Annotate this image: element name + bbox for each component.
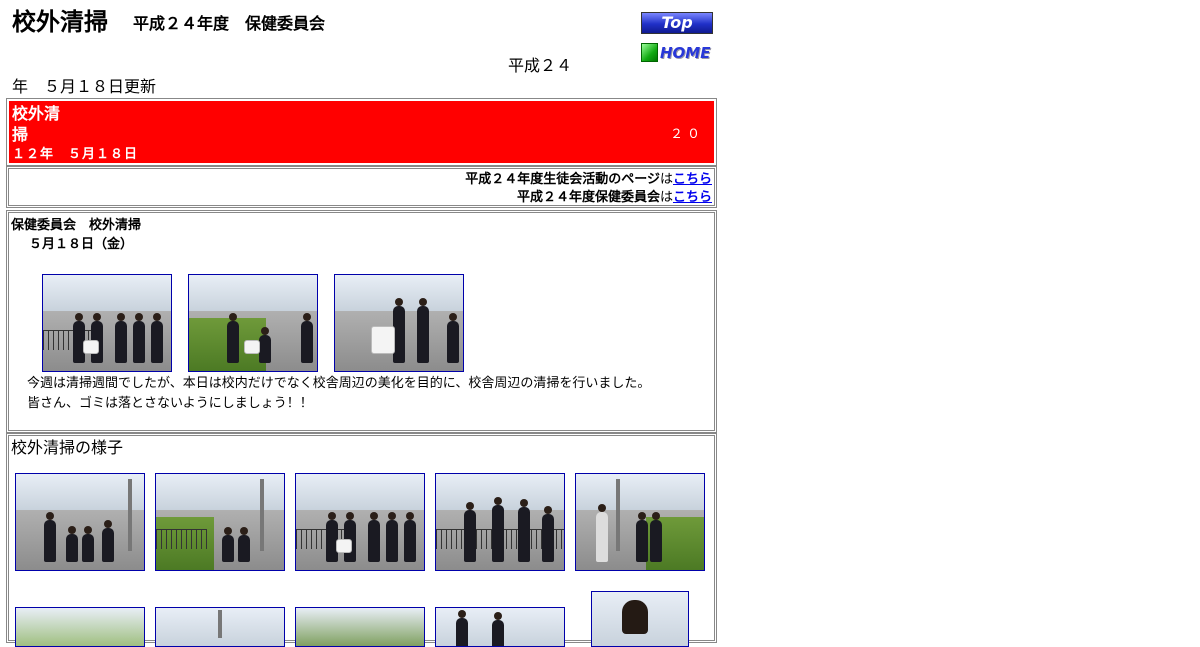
report-title: 保健委員会 校外清掃	[11, 218, 142, 233]
update-date-part1: 平成２４	[508, 56, 573, 75]
page-title: 校外清掃	[12, 8, 108, 36]
top-button[interactable]: Top	[641, 12, 713, 34]
gallery-photo-6[interactable]	[15, 607, 145, 647]
report-photo-2[interactable]	[188, 274, 318, 372]
link-label: 平成２４年度保健委員会	[516, 190, 660, 205]
gallery-photo-4[interactable]	[435, 473, 565, 571]
links-frame: 平成２４年度生徒会活動のページはこちら 平成２４年度保健委員会はこちら	[6, 166, 717, 208]
banner-title-line2: 掃	[12, 125, 29, 144]
banner-title-line1: 校外清	[12, 104, 61, 123]
banner-frame: 校外清 掃 １２年 ５月１８日 ２０	[6, 98, 717, 166]
report-date: ５月１８日（金）	[29, 237, 134, 252]
banner: 校外清 掃 １２年 ５月１８日 ２０	[9, 101, 714, 163]
gallery-photo-2[interactable]	[155, 473, 285, 571]
gallery-photo-3[interactable]	[295, 473, 425, 571]
report-photo-3[interactable]	[334, 274, 464, 372]
health-committee-link[interactable]: こちら	[673, 190, 712, 205]
gallery-section: 校外清掃の様子	[8, 435, 715, 647]
links-box: 平成２４年度生徒会活動のページはこちら 平成２４年度保健委員会はこちら	[8, 168, 715, 206]
link-particle: は	[659, 190, 673, 205]
home-square-icon	[641, 43, 658, 62]
report-text-1: 今週は清掃週間でしたが、本日は校内だけでなく校舎周辺の美化を目的に、校舎周辺の清…	[27, 376, 651, 391]
link-row-health-committee: 平成２４年度保健委員会はこちら	[9, 189, 712, 207]
student-council-link[interactable]: こちら	[673, 172, 712, 187]
page-subtitle: 平成２４年度 保健委員会	[133, 14, 326, 33]
report-frame: 保健委員会 校外清掃 ５月１８日（金） 今週は清掃週間でしたが、本日は校内だけで…	[6, 210, 717, 433]
gallery-photo-1[interactable]	[15, 473, 145, 571]
gallery-title: 校外清掃の様子	[11, 438, 124, 457]
report-text-2: 皆さん、ゴミは落とさないようにしましょう！！	[27, 396, 313, 411]
gallery-frame: 校外清掃の様子	[6, 433, 717, 647]
update-date-part2: 年 ５月１８日更新	[12, 77, 157, 96]
home-button-label: HOME	[660, 44, 711, 62]
gallery-photo-5[interactable]	[575, 473, 705, 571]
report-photo-1[interactable]	[42, 274, 172, 372]
link-row-student-council: 平成２４年度生徒会活動のページはこちら	[9, 171, 712, 189]
banner-date: １２年 ５月１８日	[12, 147, 139, 162]
banner-number: ２０	[669, 127, 704, 142]
report-section: 保健委員会 校外清掃 ５月１８日（金） 今週は清掃週間でしたが、本日は校内だけで…	[8, 212, 715, 431]
gallery-photo-8[interactable]	[295, 607, 425, 647]
gallery-photo-10[interactable]	[591, 591, 689, 647]
gallery-photo-7[interactable]	[155, 607, 285, 647]
gallery-photo-9[interactable]	[435, 607, 565, 647]
link-label: 平成２４年度生徒会活動のページ	[465, 172, 660, 187]
home-button[interactable]: HOME	[641, 42, 711, 64]
link-particle: は	[659, 172, 673, 187]
